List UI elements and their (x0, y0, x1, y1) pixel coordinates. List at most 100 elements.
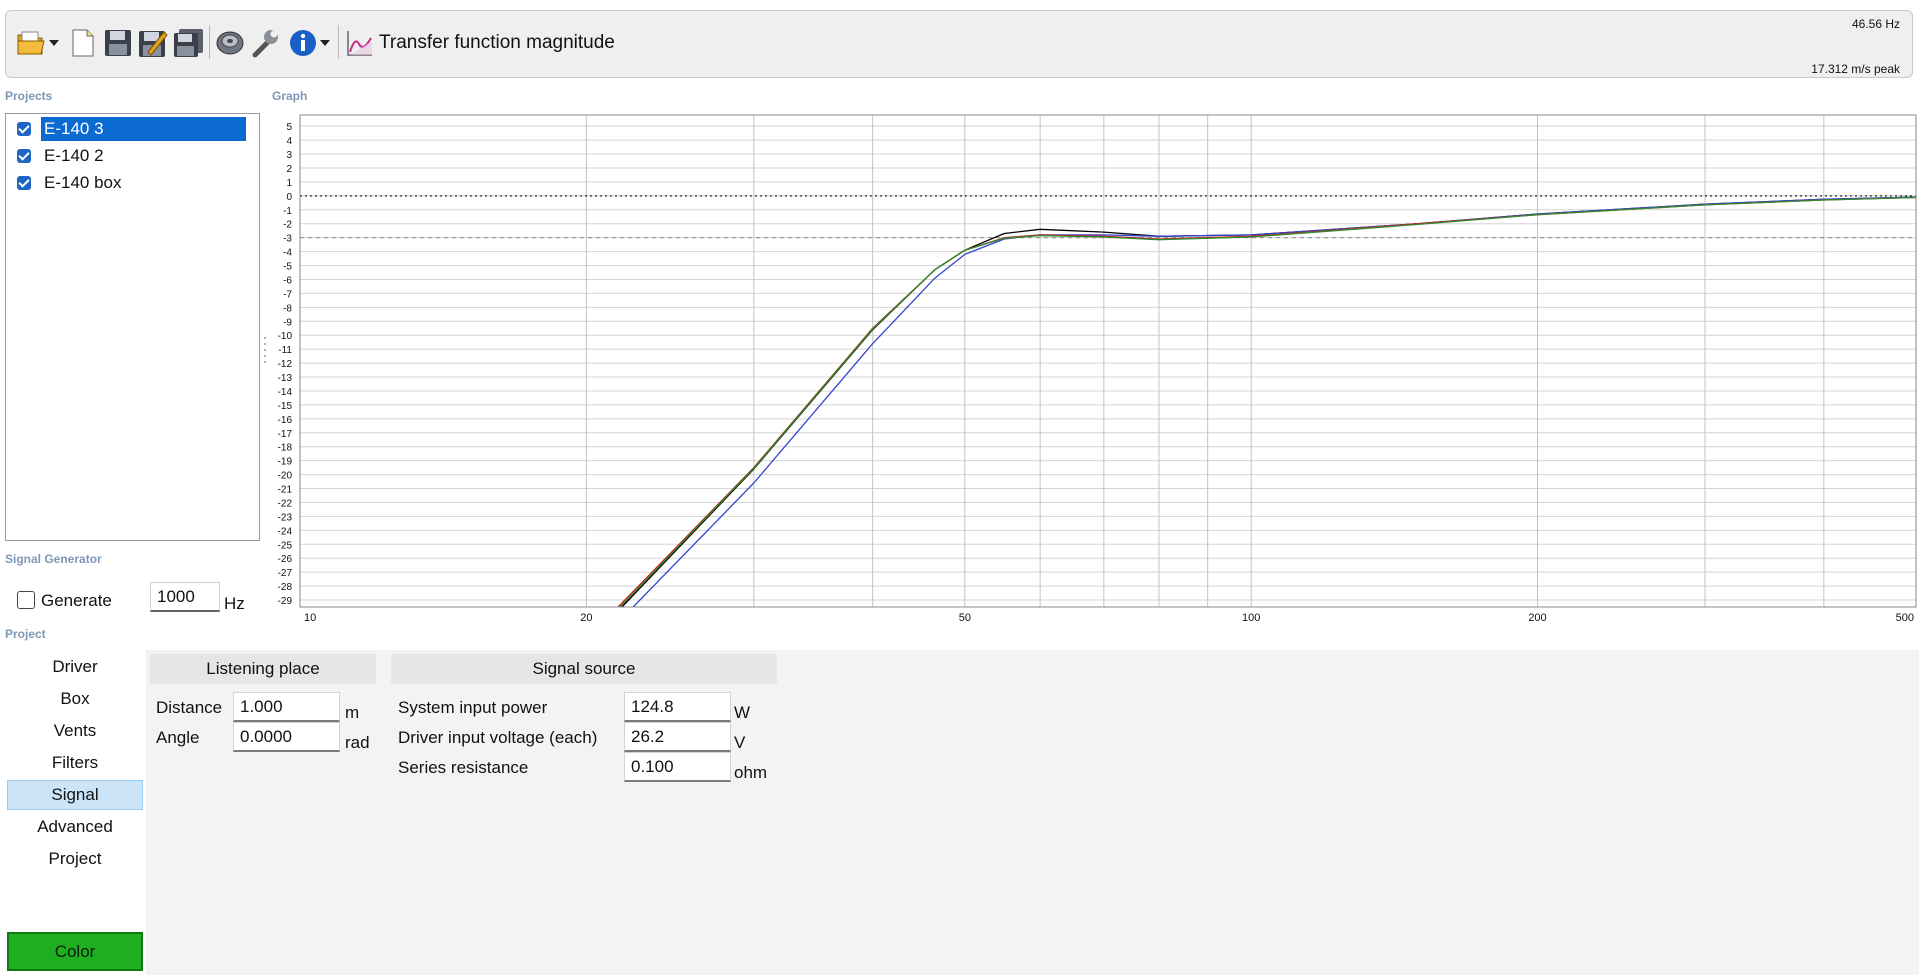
y-tick-label: -27 (278, 568, 293, 579)
generate-checkbox[interactable] (17, 591, 35, 609)
series-resistance-unit: ohm (734, 763, 768, 782)
color-button[interactable]: Color (7, 932, 143, 971)
y-tick-label: 4 (286, 136, 292, 147)
save-icon[interactable] (101, 23, 135, 63)
status-frequency: 46.56 Hz (1851, 17, 1900, 31)
nav-item-signal[interactable]: Signal (7, 780, 143, 810)
generator-frequency-unit: Hz (224, 594, 245, 613)
y-tick-label: -28 (278, 582, 293, 593)
splitter-handle[interactable] (262, 334, 268, 366)
y-tick-label: -16 (278, 415, 293, 426)
new-document-icon[interactable] (66, 23, 100, 63)
generator-frequency-input[interactable] (150, 582, 220, 612)
angle-label: Angle (156, 728, 200, 747)
y-tick-label: 0 (286, 192, 292, 203)
wrench-icon[interactable] (248, 23, 282, 63)
project-name: E-140 box (44, 173, 122, 192)
status-peak: 17.312 m/s peak (1811, 62, 1900, 76)
transfer-function-graph[interactable]: 543210-1-2-3-4-5-6-7-8-9-10-11-12-13-14-… (262, 110, 1919, 630)
nav-item-project[interactable]: Project (7, 844, 143, 874)
open-folder-icon[interactable] (14, 23, 48, 63)
y-tick-label: -14 (278, 387, 293, 398)
toolbar-separator (338, 25, 339, 59)
y-tick-label: -6 (283, 275, 292, 286)
y-tick-label: -9 (283, 317, 292, 328)
x-tick-label: 100 (1242, 612, 1260, 624)
project-checkbox[interactable] (17, 149, 31, 163)
series-line (621, 196, 1917, 608)
driver-input-voltage-unit: V (734, 733, 746, 752)
nav-item-box[interactable]: Box (7, 684, 143, 714)
y-tick-label: -1 (283, 206, 292, 217)
x-tick-label: 500 (1896, 612, 1914, 624)
y-tick-label: -20 (278, 471, 293, 482)
x-tick-label: 20 (580, 612, 592, 624)
project-name: E-140 2 (44, 146, 104, 165)
y-tick-label: -8 (283, 303, 292, 314)
y-tick-label: -22 (278, 498, 293, 509)
y-tick-label: -13 (278, 373, 293, 384)
save-as-icon[interactable] (136, 23, 170, 63)
toolbar: Transfer function magnitude 46.56 Hz 17.… (5, 10, 1913, 78)
plot-frame (299, 114, 1917, 608)
y-tick-label: -24 (278, 526, 293, 537)
y-tick-label: -15 (278, 401, 293, 412)
y-tick-label: -10 (278, 331, 293, 342)
y-tick-label: -11 (278, 345, 292, 356)
toolbar-separator (209, 25, 210, 59)
nav-item-vents[interactable]: Vents (7, 716, 143, 746)
y-tick-label: -12 (278, 359, 293, 370)
distance-unit: m (345, 703, 360, 722)
angle-input[interactable] (233, 722, 340, 752)
series-resistance-input[interactable] (624, 752, 731, 782)
y-tick-label: -19 (278, 457, 293, 468)
projects-section-label: Projects (5, 89, 53, 103)
driver-input-voltage-input[interactable] (624, 722, 731, 752)
distance-input[interactable] (233, 692, 340, 722)
series-line (632, 196, 1917, 608)
speaker-icon[interactable] (213, 23, 247, 63)
distance-label: Distance (156, 698, 223, 717)
reference-lines (300, 195, 1916, 239)
system-input-power-input[interactable] (624, 692, 731, 722)
project-checkbox[interactable] (17, 122, 31, 136)
y-tick-label: -2 (283, 220, 292, 231)
y-tick-label: -26 (278, 554, 293, 565)
y-axis-ticks: 5 4 3 2 1 0 -1 -2 -3 -4 -5 -6 -7 -8 -9 -10 -11 -12 -13 -14 -… (278, 122, 293, 607)
series-line (619, 196, 1917, 608)
system-input-power-label: System input power (398, 698, 548, 717)
graph-grid (299, 115, 1917, 607)
y-tick-label: 5 (286, 122, 292, 133)
y-tick-label: -21 (278, 485, 293, 496)
signal-source-header: Signal source (391, 654, 777, 684)
open-dropdown-icon[interactable] (47, 23, 61, 63)
generate-label: Generate (41, 591, 112, 610)
info-dropdown-icon[interactable] (318, 23, 332, 63)
listening-place-header: Listening place (150, 654, 376, 684)
project-section-label: Project (5, 627, 46, 641)
save-all-icon[interactable] (172, 23, 206, 63)
y-tick-label: -4 (283, 248, 292, 259)
info-icon[interactable] (286, 23, 320, 63)
graph-icon[interactable] (343, 23, 377, 63)
nav-item-driver[interactable]: Driver (7, 652, 143, 682)
driver-input-voltage-label: Driver input voltage (each) (398, 728, 598, 747)
x-tick-label: 200 (1528, 612, 1546, 624)
graph-title: Transfer function magnitude (379, 32, 615, 53)
y-tick-label: 2 (286, 164, 292, 175)
y-tick-label: -29 (278, 596, 293, 607)
project-item[interactable]: E-140 box (12, 170, 254, 196)
series-line (617, 196, 1917, 608)
signal-generator-section-label: Signal Generator (5, 552, 102, 566)
project-checkbox[interactable] (17, 176, 31, 190)
y-tick-label: -25 (278, 540, 293, 551)
project-name: E-140 3 (41, 117, 246, 141)
x-axis-ticks: 10 20 50 100 200 500 (304, 612, 1914, 624)
x-tick-label: 50 (959, 612, 971, 624)
angle-unit: rad (345, 733, 370, 752)
nav-item-advanced[interactable]: Advanced (7, 812, 143, 842)
nav-item-filters[interactable]: Filters (7, 748, 143, 778)
project-item[interactable]: E-140 3 (12, 116, 254, 142)
y-tick-label: -23 (278, 512, 293, 523)
project-item[interactable]: E-140 2 (12, 143, 254, 169)
